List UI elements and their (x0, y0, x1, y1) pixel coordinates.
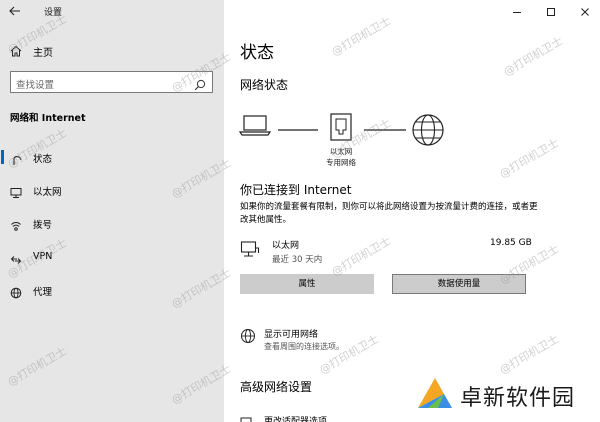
network-diagram: 以太网 专用网络 (238, 110, 458, 174)
available-networks-icon[interactable] (240, 328, 256, 344)
home-label: 主页 (33, 48, 53, 59)
dialup-icon (10, 217, 22, 231)
sidebar-item-dialup[interactable]: 拨号 (0, 212, 224, 234)
title-bar: 设置 (0, 0, 224, 22)
brand-logo-icon (418, 378, 452, 408)
sidebar-item-label: 以太网 (33, 187, 62, 198)
laptop-icon (238, 115, 272, 136)
globe-icon (10, 284, 22, 299)
brand-watermark: 卓新软件园 (414, 374, 594, 418)
minimize-icon[interactable] (510, 4, 524, 18)
sidebar-item-status[interactable]: 状态 (0, 146, 224, 168)
app-title: 设置 (44, 8, 63, 18)
home-link[interactable]: 主页 (0, 40, 224, 60)
network-status-heading: 网络状态 (240, 78, 289, 92)
sidebar-item-label: VPN (33, 251, 53, 262)
adapter-name-label: 以太网 (329, 147, 353, 156)
properties-button[interactable]: 属性 (240, 274, 374, 294)
search-icon[interactable] (194, 76, 206, 91)
sidebar-item-vpn[interactable]: VPN (0, 246, 224, 268)
page-title: 状态 (240, 43, 274, 63)
sidebar-item-label: 状态 (33, 154, 53, 165)
sidebar-item-ethernet[interactable]: 以太网 (0, 179, 224, 201)
ethernet-icon (10, 184, 22, 198)
search-input[interactable]: 查找设置 (10, 71, 213, 93)
connected-description: 如果你的流量套餐有限制，则你可以将此网络设置为按流量计费的连接，或者更改其他属性… (240, 202, 538, 225)
ethernet-icon (240, 240, 260, 260)
connected-heading: 你已连接到 Internet (240, 183, 352, 197)
sidebar-item-label: 拨号 (33, 220, 53, 231)
sidebar-item-proxy[interactable]: 代理 (0, 279, 224, 301)
main-pane: 状态 网络状态 以太网 专用网络 你已连接到 Internet 如果你的流量套餐… (224, 0, 600, 422)
connection-period: 最近 30 天内 (272, 255, 323, 265)
show-available-networks-description: 查看周围的连接选项。 (264, 342, 344, 351)
connection-name: 以太网 (272, 241, 300, 251)
adapter-type-label: 专用网络 (326, 158, 356, 167)
brand-text: 卓新软件园 (460, 386, 576, 411)
connection-data-usage: 19.85 GB (490, 238, 532, 248)
change-adapter-options-link[interactable]: 更改适配器选项 (264, 413, 327, 422)
data-usage-button[interactable]: 数据使用量 (392, 274, 526, 294)
show-available-networks-link[interactable]: 显示可用网络 (264, 327, 318, 340)
adapter-options-icon (240, 414, 252, 422)
section-title: 网络和 Internet (10, 113, 86, 124)
internet-globe-icon (412, 114, 444, 146)
search-placeholder: 查找设置 (16, 80, 55, 91)
advanced-settings-heading: 高级网络设置 (240, 380, 313, 394)
home-icon (9, 43, 23, 57)
vpn-icon (10, 251, 22, 264)
sidebar-item-label: 代理 (33, 287, 53, 298)
back-arrow-icon[interactable] (6, 3, 24, 19)
network-adapter-icon (330, 113, 352, 141)
close-icon[interactable] (578, 4, 592, 18)
status-icon (11, 151, 23, 165)
maximize-icon[interactable] (544, 4, 558, 18)
sidebar: 设置 主页 查找设置 网络和 Internet 状态 以太网 拨号 VPN 代理 (0, 0, 224, 422)
